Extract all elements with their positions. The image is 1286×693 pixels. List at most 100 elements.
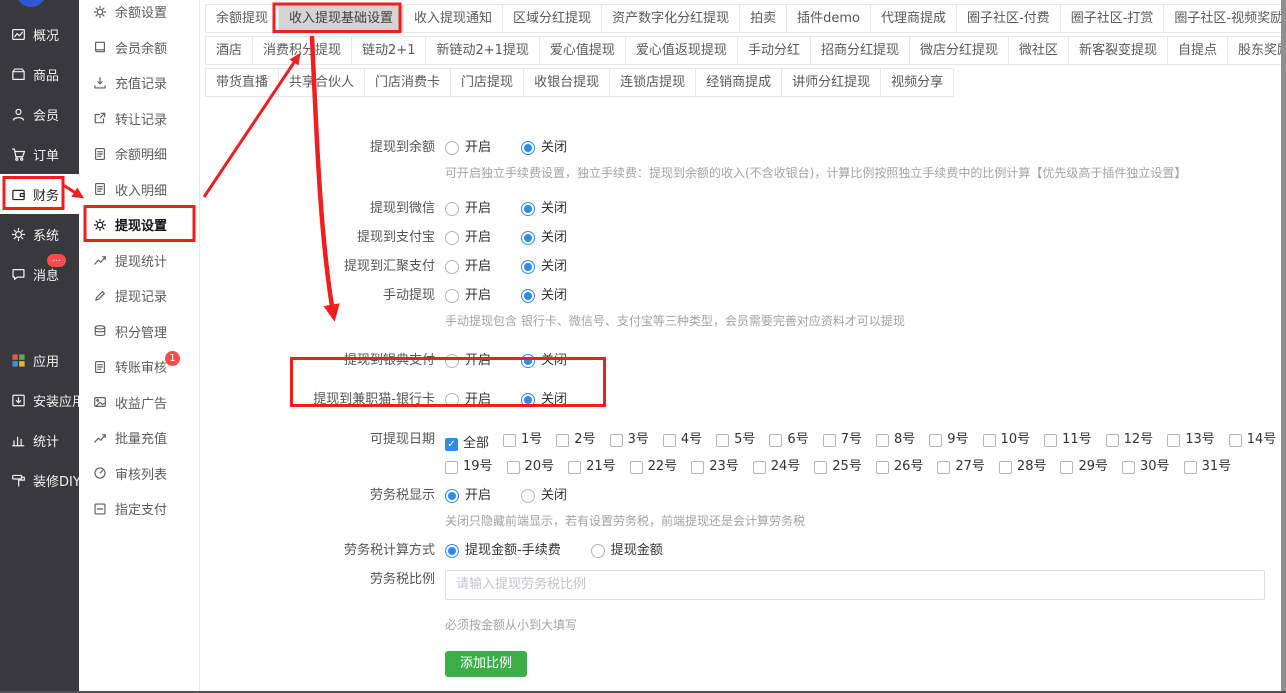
radio-unchecked[interactable]	[521, 489, 535, 503]
sidebar-item-系统[interactable]: 系统	[0, 214, 79, 254]
radio-unchecked[interactable]	[445, 141, 459, 155]
radio-option-开启[interactable]: 开启	[445, 286, 491, 306]
submenu-item-审核列表[interactable]: 审核列表	[79, 456, 199, 492]
checkbox-unchecked[interactable]	[503, 434, 516, 447]
tab-插件demo[interactable]: 插件demo	[786, 4, 871, 33]
checkbox-unchecked[interactable]	[630, 461, 643, 474]
radio-option-关闭[interactable]: 关闭	[521, 351, 567, 371]
submenu-item-会员余额[interactable]: 会员余额	[79, 30, 199, 66]
radio-option-开启[interactable]: 开启	[445, 257, 491, 277]
tab-股东奖励提现[interactable]: 股东奖励提现	[1227, 36, 1286, 65]
radio-option-开启[interactable]: 开启	[445, 199, 491, 219]
submenu-item-积分管理[interactable]: 积分管理	[79, 314, 199, 350]
checkbox-option-8号[interactable]: 8号	[876, 430, 915, 450]
checkbox-unchecked[interactable]	[663, 434, 676, 447]
submenu-item-充值记录[interactable]: 充值记录	[79, 65, 199, 101]
sidebar-item-概况[interactable]: 概况	[0, 14, 79, 54]
checkbox-unchecked[interactable]	[716, 434, 729, 447]
checkbox-unchecked[interactable]	[556, 434, 569, 447]
sidebar-item-装修DIY[interactable]: 装修DIY	[0, 460, 79, 500]
tab-区域分红提现[interactable]: 区域分红提现	[502, 4, 602, 33]
submenu-item-余额设置[interactable]: 余额设置	[79, 0, 199, 30]
labor-tax-ratio-input[interactable]	[445, 570, 1265, 600]
radio-unchecked[interactable]	[445, 289, 459, 303]
tab-连锁店提现[interactable]: 连锁店提现	[609, 68, 696, 97]
checkbox-option-7号[interactable]: 7号	[823, 430, 862, 450]
radio-checked[interactable]	[521, 260, 535, 274]
checkbox-unchecked[interactable]	[1229, 434, 1242, 447]
tab-爱心值返现提现[interactable]: 爱心值返现提现	[625, 36, 738, 65]
tab-手动分红[interactable]: 手动分红	[737, 36, 811, 65]
tab-门店消费卡[interactable]: 门店消费卡	[364, 68, 451, 97]
checkbox-option-31号[interactable]: 31号	[1184, 457, 1232, 477]
sidebar-item-会员[interactable]: 会员	[0, 94, 79, 134]
tab-酒店[interactable]: 酒店	[205, 36, 253, 65]
checkbox-option-19号[interactable]: 19号	[445, 457, 493, 477]
sidebar-item-订单[interactable]: 订单	[0, 134, 79, 174]
tab-招商分红提现[interactable]: 招商分红提现	[810, 36, 910, 65]
checkbox-option-9号[interactable]: 9号	[929, 430, 968, 450]
checkbox-unchecked[interactable]	[769, 434, 782, 447]
submenu-item-批量充值[interactable]: 批量充值	[79, 420, 199, 456]
sidebar-item-商品[interactable]: 商品	[0, 54, 79, 94]
radio-checked[interactable]	[445, 544, 459, 558]
radio-option-提现金额[interactable]: 提现金额	[591, 541, 663, 561]
radio-option-开启[interactable]: 开启	[445, 486, 491, 506]
tab-链动2+1[interactable]: 链动2+1	[351, 36, 426, 65]
radio-checked[interactable]	[521, 354, 535, 368]
radio-option-关闭[interactable]: 关闭	[521, 199, 567, 219]
tab-收入提现通知[interactable]: 收入提现通知	[403, 4, 503, 33]
sidebar-item-财务[interactable]: 财务	[0, 174, 79, 214]
checkbox-option-29号[interactable]: 29号	[1060, 457, 1108, 477]
radio-unchecked[interactable]	[445, 260, 459, 274]
radio-checked[interactable]	[521, 393, 535, 407]
checkbox-unchecked[interactable]	[691, 461, 704, 474]
radio-option-开启[interactable]: 开启	[445, 351, 491, 371]
checkbox-unchecked[interactable]	[929, 434, 942, 447]
submenu-item-转让记录[interactable]: 转让记录	[79, 101, 199, 137]
radio-option-关闭[interactable]: 关闭	[521, 486, 567, 506]
submenu-item-指定支付[interactable]: 指定支付	[79, 491, 199, 527]
submenu-item-提现设置[interactable]: 提现设置	[79, 207, 199, 243]
checkbox-option-21号[interactable]: 21号	[568, 457, 616, 477]
checkbox-option-23号[interactable]: 23号	[691, 457, 739, 477]
checkbox-option-13号[interactable]: 13号	[1167, 430, 1215, 450]
checkbox-unchecked[interactable]	[1167, 434, 1180, 447]
checkbox-option-27号[interactable]: 27号	[937, 457, 985, 477]
checkbox-unchecked[interactable]	[1184, 461, 1197, 474]
checkbox-option-24号[interactable]: 24号	[753, 457, 801, 477]
submenu-item-收益广告[interactable]: 收益广告	[79, 385, 199, 421]
checkbox-option-25号[interactable]: 25号	[814, 457, 862, 477]
checkbox-option-4号[interactable]: 4号	[663, 430, 702, 450]
submenu-item-提现记录[interactable]: 提现记录	[79, 278, 199, 314]
checkbox-unchecked[interactable]	[1106, 434, 1119, 447]
radio-checked[interactable]	[521, 202, 535, 216]
tab-收银台提现[interactable]: 收银台提现	[523, 68, 610, 97]
radio-checked[interactable]	[521, 141, 535, 155]
checkbox-unchecked[interactable]	[999, 461, 1012, 474]
checkbox-option-全部[interactable]: 全部	[445, 434, 489, 454]
checkbox-option-3号[interactable]: 3号	[610, 430, 649, 450]
vertical-scrollbar[interactable]	[1281, 0, 1286, 693]
radio-option-关闭[interactable]: 关闭	[521, 390, 567, 410]
checkbox-option-22号[interactable]: 22号	[630, 457, 678, 477]
checkbox-unchecked[interactable]	[814, 461, 827, 474]
sidebar-item-应用[interactable]: 应用	[0, 340, 79, 380]
submenu-item-余额明细[interactable]: 余额明细	[79, 136, 199, 172]
radio-unchecked[interactable]	[591, 544, 605, 558]
tab-消费积分提现[interactable]: 消费积分提现	[252, 36, 352, 65]
checkbox-unchecked[interactable]	[507, 461, 520, 474]
tab-资产数字化分红提现[interactable]: 资产数字化分红提现	[601, 4, 740, 33]
checkbox-option-20号[interactable]: 20号	[507, 457, 555, 477]
radio-checked[interactable]	[521, 231, 535, 245]
tab-收入提现基础设置[interactable]: 收入提现基础设置	[278, 4, 404, 33]
checkbox-option-14号[interactable]: 14号	[1229, 430, 1277, 450]
checkbox-option-11号[interactable]: 11号	[1044, 430, 1092, 450]
tab-带货直播[interactable]: 带货直播	[205, 68, 279, 97]
checkbox-option-12号[interactable]: 12号	[1106, 430, 1154, 450]
radio-option-关闭[interactable]: 关闭	[521, 286, 567, 306]
radio-unchecked[interactable]	[445, 354, 459, 368]
tab-微店分红提现[interactable]: 微店分红提现	[909, 36, 1009, 65]
tab-拍卖[interactable]: 拍卖	[739, 4, 787, 33]
checkbox-unchecked[interactable]	[610, 434, 623, 447]
